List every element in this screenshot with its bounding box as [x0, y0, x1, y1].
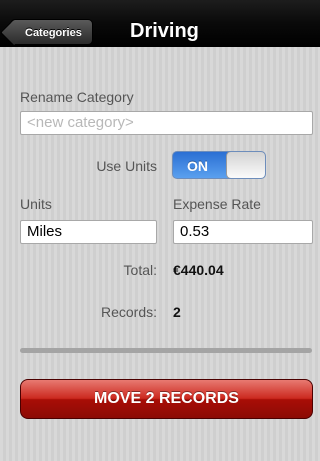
screen: Categories Driving Rename Category <new … [0, 0, 320, 461]
total-label: Total: [123, 262, 157, 278]
move-records-button[interactable]: MOVE 2 RECORDS [20, 379, 313, 419]
records-label: Records: [100, 304, 157, 320]
navigation-bar: Categories Driving [0, 0, 320, 47]
expense-rate-label: Expense Rate [173, 196, 261, 212]
toggle-knob [226, 152, 265, 178]
records-value: 2 [173, 304, 181, 320]
back-button[interactable]: Categories [10, 19, 93, 45]
toggle-state-label: ON [187, 158, 208, 174]
expense-rate-input[interactable]: 0.53 [173, 220, 313, 244]
back-button-label: Categories [25, 27, 82, 39]
units-label: Units [20, 196, 52, 212]
use-units-label: Use Units [96, 158, 157, 174]
total-value: €440.04 [173, 262, 224, 278]
rename-category-label: Rename Category [20, 89, 134, 105]
rename-category-input[interactable]: <new category> [20, 111, 313, 135]
units-input[interactable]: Miles [20, 220, 157, 244]
use-units-toggle[interactable]: ON [172, 151, 266, 179]
section-divider [20, 348, 312, 353]
page-title: Driving [130, 20, 199, 42]
